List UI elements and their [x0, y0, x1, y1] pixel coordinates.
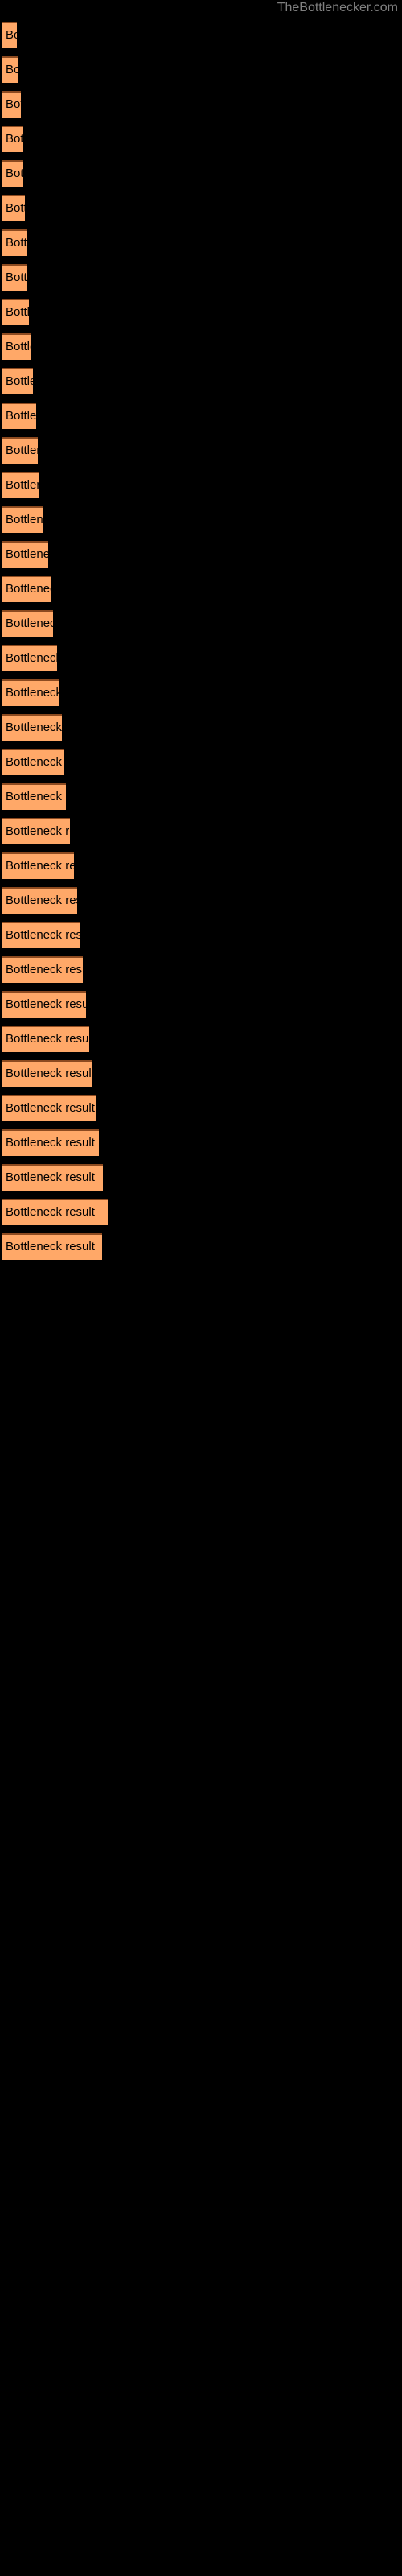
bar-row[interactable]: Bottleneck result	[0, 1233, 402, 1260]
bar-row[interactable]: Bottleneck result	[0, 576, 402, 602]
bar-row[interactable]: Bottleneck result	[0, 402, 402, 429]
bar[interactable]	[2, 922, 80, 948]
bar[interactable]	[2, 645, 57, 671]
bar-row[interactable]: Bottleneck result	[0, 333, 402, 360]
bar-row[interactable]: Bottleneck result	[0, 264, 402, 291]
bar-row[interactable]: Bottleneck result	[0, 991, 402, 1018]
bar[interactable]	[2, 956, 83, 983]
bar[interactable]	[2, 887, 77, 914]
bar[interactable]	[2, 679, 59, 706]
bar-row[interactable]: Bottleneck result	[0, 299, 402, 325]
bar[interactable]	[2, 195, 25, 221]
bar-row[interactable]: Bottleneck result	[0, 22, 402, 48]
bar[interactable]	[2, 56, 18, 83]
bar-label: Bottleneck result	[6, 63, 95, 76]
bar-row[interactable]: Bottleneck result	[0, 956, 402, 983]
bar-row[interactable]: Bottleneck result	[0, 1026, 402, 1052]
bar-row[interactable]: Bottleneck result	[0, 1129, 402, 1156]
bar[interactable]	[2, 506, 43, 533]
bar-row[interactable]: Bottleneck result	[0, 160, 402, 187]
bar[interactable]	[2, 264, 27, 291]
bar[interactable]	[2, 991, 86, 1018]
bar-row[interactable]: Bottleneck result	[0, 1095, 402, 1121]
bar-row[interactable]: Bottleneck result	[0, 56, 402, 83]
bar-row[interactable]: Bottleneck result	[0, 126, 402, 152]
bar[interactable]	[2, 437, 38, 464]
bar[interactable]	[2, 610, 53, 637]
bar-row[interactable]: Bottleneck result	[0, 852, 402, 879]
bar-row[interactable]: Bottleneck result	[0, 783, 402, 810]
bar-row[interactable]: Bottleneck result	[0, 541, 402, 568]
bar[interactable]	[2, 160, 23, 187]
bottleneck-bar-chart: Bottleneck result Bottleneck result Bottle…	[0, 0, 402, 2576]
bar-row[interactable]: Bottleneck result	[0, 887, 402, 914]
bar-row[interactable]: Bottleneck result	[0, 922, 402, 948]
bar[interactable]	[2, 541, 48, 568]
bar[interactable]	[2, 1095, 96, 1121]
bar[interactable]	[2, 818, 70, 844]
bar[interactable]	[2, 852, 74, 879]
bar-row[interactable]: Bottleneck result	[0, 749, 402, 775]
bar-label: Bottleneck result	[6, 28, 95, 42]
bar-row[interactable]: Bottleneck result	[0, 1164, 402, 1191]
bar[interactable]	[2, 333, 31, 360]
bar[interactable]	[2, 1060, 92, 1087]
bar[interactable]	[2, 1199, 108, 1225]
bar-row[interactable]: Bottleneck result	[0, 195, 402, 221]
bar-row[interactable]: Bottleneck result	[0, 368, 402, 394]
bar-row[interactable]: Bottleneck result	[0, 610, 402, 637]
bar-row[interactable]: Bottleneck result	[0, 679, 402, 706]
bar[interactable]	[2, 1129, 99, 1156]
bar[interactable]	[2, 229, 27, 256]
bar[interactable]	[2, 1233, 102, 1260]
bar-row[interactable]: Bottleneck result	[0, 714, 402, 741]
bar[interactable]	[2, 368, 33, 394]
bar[interactable]	[2, 22, 17, 48]
bar-row[interactable]: Bottleneck result	[0, 437, 402, 464]
bar[interactable]	[2, 402, 36, 429]
bar-row[interactable]: Bottleneck result	[0, 506, 402, 533]
bar-row[interactable]: Bottleneck result	[0, 472, 402, 498]
bar-row[interactable]: Bottleneck result	[0, 1060, 402, 1087]
bar[interactable]	[2, 749, 64, 775]
bar[interactable]	[2, 714, 62, 741]
bar-row[interactable]: Bottleneck result	[0, 1199, 402, 1225]
bar-row[interactable]: Bottleneck result	[0, 91, 402, 118]
bar[interactable]	[2, 1164, 103, 1191]
bar[interactable]	[2, 1026, 89, 1052]
bar[interactable]	[2, 91, 21, 118]
bar-row[interactable]: Bottleneck result	[0, 645, 402, 671]
bar-row[interactable]: Bottleneck result	[0, 229, 402, 256]
bar-row[interactable]: Bottleneck result	[0, 818, 402, 844]
bar[interactable]	[2, 126, 23, 152]
bar[interactable]	[2, 576, 51, 602]
bar[interactable]	[2, 472, 39, 498]
bar[interactable]	[2, 299, 29, 325]
bar[interactable]	[2, 783, 66, 810]
